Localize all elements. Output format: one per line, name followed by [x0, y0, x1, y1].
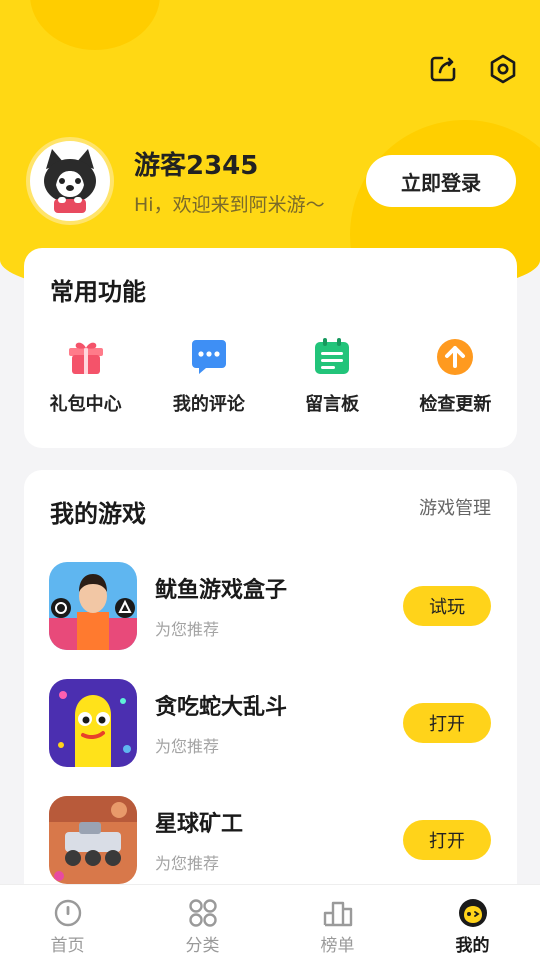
- tab-ranking[interactable]: 榜单: [270, 885, 405, 960]
- game-row[interactable]: 贪吃蛇大乱斗 为您推荐 打开: [49, 679, 491, 767]
- game-name: 鱿鱼游戏盒子: [155, 578, 288, 603]
- game-row[interactable]: 星球矿工 为您推荐 打开: [49, 796, 491, 884]
- function-my-comments[interactable]: 我的评论: [147, 336, 270, 416]
- greeting-text: Hi，欢迎来到阿米游～: [134, 194, 325, 216]
- tab-label: 首页: [50, 936, 85, 956]
- game-name: 星球矿工: [155, 812, 244, 837]
- update-icon: [434, 336, 476, 378]
- avatar[interactable]: [26, 137, 114, 225]
- tab-label: 榜单: [320, 936, 355, 956]
- game-icon: [49, 562, 137, 650]
- tab-category[interactable]: 分类: [135, 885, 270, 960]
- bottom-tab-bar: 首页 分类 榜单 我的: [0, 884, 540, 960]
- ranking-icon: [322, 897, 354, 929]
- my-games-card: 我的游戏 游戏管理 鱿鱼游戏盒子 为您推荐 试玩 贪吃蛇大乱斗 为您推荐 打开 …: [24, 470, 517, 930]
- open-button[interactable]: 打开: [403, 703, 491, 743]
- edit-icon[interactable]: [428, 54, 458, 84]
- tab-label: 分类: [185, 936, 220, 956]
- login-button[interactable]: 立即登录: [366, 155, 516, 207]
- tab-label: 我的: [455, 936, 490, 956]
- home-icon: [52, 897, 84, 929]
- username: 游客2345: [134, 151, 259, 181]
- function-message-board[interactable]: 留言板: [271, 336, 394, 416]
- mine-icon: [457, 897, 489, 929]
- function-list: 礼包中心 我的评论 留言板 检查更新: [24, 336, 517, 416]
- game-icon: [49, 679, 137, 767]
- settings-icon[interactable]: [488, 54, 518, 84]
- try-button[interactable]: 试玩: [403, 586, 491, 626]
- header-decoration: [30, 0, 160, 50]
- function-label: 我的评论: [172, 394, 245, 415]
- comment-icon: [188, 336, 230, 378]
- game-manage-link[interactable]: 游戏管理: [419, 494, 491, 520]
- gift-icon: [65, 336, 107, 378]
- function-label: 检查更新: [419, 394, 492, 415]
- message-board-icon: [311, 336, 353, 378]
- function-label: 留言板: [305, 394, 360, 415]
- header-actions: [428, 54, 518, 84]
- open-button[interactable]: 打开: [403, 820, 491, 860]
- game-subtitle: 为您推荐: [155, 620, 220, 639]
- function-label: 礼包中心: [49, 394, 122, 415]
- game-icon: [49, 796, 137, 884]
- tab-home[interactable]: 首页: [0, 885, 135, 960]
- game-name: 贪吃蛇大乱斗: [155, 695, 288, 720]
- game-subtitle: 为您推荐: [155, 854, 220, 873]
- section-title: 常用功能: [50, 272, 152, 307]
- user-profile: 游客2345 Hi，欢迎来到阿米游～ 立即登录: [26, 136, 516, 226]
- tab-mine[interactable]: 我的: [405, 885, 540, 960]
- game-row[interactable]: 鱿鱼游戏盒子 为您推荐 试玩: [49, 562, 491, 650]
- function-gift-center[interactable]: 礼包中心: [24, 336, 147, 416]
- category-icon: [187, 897, 219, 929]
- game-subtitle: 为您推荐: [155, 737, 220, 756]
- section-title: 我的游戏: [50, 494, 152, 529]
- common-functions-card: 常用功能 礼包中心 我的评论 留言板 检查更新: [24, 248, 517, 448]
- function-check-update[interactable]: 检查更新: [394, 336, 517, 416]
